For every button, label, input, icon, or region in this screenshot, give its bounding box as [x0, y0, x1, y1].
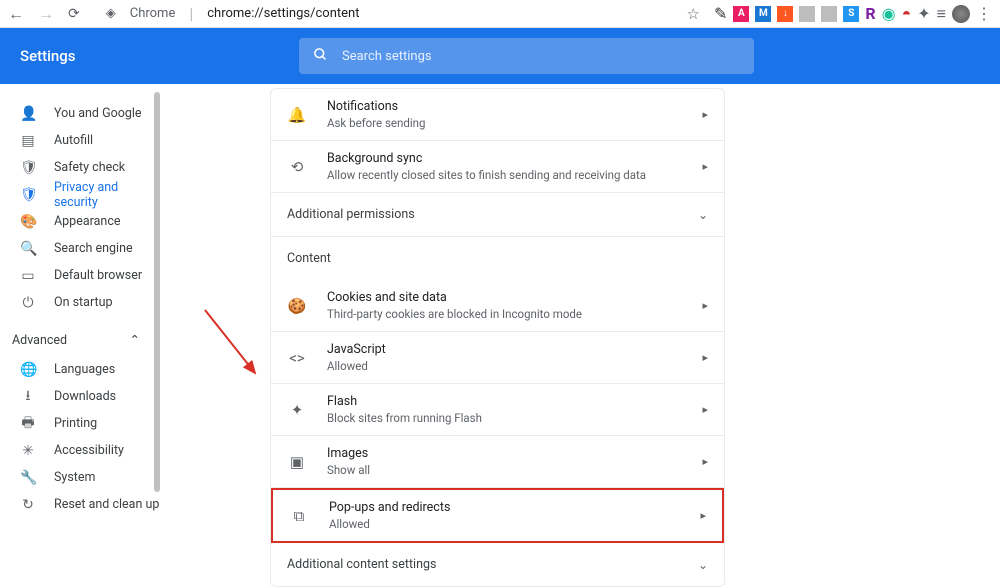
wrench-icon: 🔧 [20, 470, 36, 486]
reading-list-icon[interactable]: ≡ [937, 4, 946, 24]
code-icon: <> [287, 349, 307, 367]
ext-s-icon[interactable]: S [843, 6, 859, 22]
globe-icon: 🌐 [20, 362, 36, 378]
extensions-puzzle-icon[interactable]: ✦ [917, 4, 930, 23]
sync-icon: ⟲ [287, 158, 307, 176]
sidebar-item-on-startup[interactable]: ⏻On startup [0, 289, 160, 316]
reload-button[interactable]: ⟳ [68, 6, 80, 22]
settings-header: Settings [0, 28, 1000, 84]
sidebar-item-autofill[interactable]: ▤Autofill [0, 127, 160, 154]
chevron-right-icon: ▸ [702, 403, 708, 416]
search-icon: 🔍 [20, 241, 36, 257]
settings-main-panel: 🔔 NotificationsAsk before sending ▸ ⟲ Ba… [160, 84, 1000, 511]
ext-grey1-icon[interactable] [799, 6, 815, 22]
row-additional-permissions[interactable]: Additional permissions ⌄ [271, 193, 724, 237]
accessibility-icon: ✳ [20, 443, 36, 459]
ext-grammarly-icon[interactable]: ◉ [882, 4, 896, 23]
download-icon: ⭳ [20, 385, 36, 409]
url-prefix: Chrome [130, 6, 176, 21]
row-images[interactable]: ▣ ImagesShow all ▸ [271, 436, 724, 488]
row-flash[interactable]: ✦ FlashBlock sites from running Flash ▸ [271, 384, 724, 436]
search-icon [313, 47, 328, 66]
person-icon: 👤 [20, 106, 36, 122]
chevron-down-icon: ⌄ [698, 558, 708, 572]
pen-icon[interactable]: ✎ [714, 4, 727, 23]
url-bar[interactable]: chrome://settings/content [207, 6, 359, 21]
site-info-icon[interactable]: ◈ [106, 6, 116, 21]
forward-button[interactable]: → [38, 4, 54, 24]
chevron-right-icon: ▸ [702, 351, 708, 364]
chevron-down-icon: ⌄ [698, 208, 708, 222]
shield-blue-icon: 🛡 [20, 187, 36, 203]
ext-down-icon[interactable]: ↓ [777, 6, 793, 22]
row-notifications[interactable]: 🔔 NotificationsAsk before sending ▸ [271, 89, 724, 141]
palette-icon: 🎨 [20, 214, 36, 230]
content-header: Content [271, 237, 724, 280]
browser-toolbar: ← → ⟳ ◈ Chrome | chrome://settings/conte… [0, 0, 1000, 28]
autofill-icon: ▤ [20, 133, 36, 149]
back-button[interactable]: ← [8, 4, 24, 24]
power-icon: ⏻ [20, 295, 36, 311]
sidebar-item-appearance[interactable]: 🎨Appearance [0, 208, 160, 235]
row-javascript[interactable]: <> JavaScriptAllowed ▸ [271, 332, 724, 384]
puzzle-icon: ✦ [287, 401, 307, 419]
shield-icon: 🛡 [20, 160, 36, 176]
ext-red-icon[interactable]: ◓ [902, 4, 912, 24]
bookmark-star-icon[interactable]: ☆ [687, 5, 700, 23]
sidebar-item-printing[interactable]: 🖶Printing [0, 410, 160, 437]
settings-title: Settings [20, 47, 76, 65]
sidebar-item-you-and-google[interactable]: 👤You and Google [0, 100, 160, 127]
popup-icon: ⧉ [289, 507, 309, 525]
sidebar-item-reset[interactable]: ↻Reset and clean up [0, 491, 160, 511]
sidebar-item-system[interactable]: 🔧System [0, 464, 160, 491]
extension-icons: ✎ A M ↓ S R ◉ ◓ ✦ ≡ ⋮ [714, 4, 992, 24]
settings-sidebar: 👤You and Google ▤Autofill 🛡Safety check … [0, 84, 160, 511]
chevron-right-icon: ▸ [702, 160, 708, 173]
ext-m-icon[interactable]: M [755, 6, 771, 22]
sidebar-item-downloads[interactable]: ⭳Downloads [0, 383, 160, 410]
sidebar-item-safety-check[interactable]: 🛡Safety check [0, 154, 160, 181]
sidebar-advanced-toggle[interactable]: Advanced⌃ [0, 324, 160, 356]
ext-a-icon[interactable]: A [733, 6, 749, 22]
browser-icon: ▭ [20, 268, 36, 284]
row-cookies[interactable]: 🍪 Cookies and site dataThird-party cooki… [271, 280, 724, 332]
sidebar-item-accessibility[interactable]: ✳Accessibility [0, 437, 160, 464]
search-input[interactable] [342, 49, 740, 64]
chevron-right-icon: ▸ [702, 108, 708, 121]
image-icon: ▣ [287, 453, 307, 471]
sidebar-item-default-browser[interactable]: ▭Default browser [0, 262, 160, 289]
printer-icon: 🖶 [20, 412, 36, 436]
reset-icon: ↻ [20, 497, 36, 512]
search-box[interactable] [299, 38, 754, 74]
cookie-icon: 🍪 [287, 297, 307, 315]
sidebar-item-languages[interactable]: 🌐Languages [0, 356, 160, 383]
sidebar-scrollbar[interactable] [154, 92, 160, 492]
row-background-sync[interactable]: ⟲ Background syncAllow recently closed s… [271, 141, 724, 193]
sidebar-item-search-engine[interactable]: 🔍Search engine [0, 235, 160, 262]
ext-grey2-icon[interactable] [821, 6, 837, 22]
chevron-up-icon: ⌃ [130, 332, 140, 348]
chevron-right-icon: ▸ [702, 455, 708, 468]
bell-icon: 🔔 [287, 106, 307, 124]
row-popups-redirects[interactable]: ⧉ Pop-ups and redirectsAllowed ▸ [271, 488, 724, 543]
profile-avatar[interactable] [952, 5, 970, 23]
sidebar-item-privacy-security[interactable]: 🛡Privacy and security [0, 181, 160, 208]
chrome-menu-icon[interactable]: ⋮ [976, 4, 992, 23]
row-additional-content[interactable]: Additional content settings ⌄ [271, 543, 724, 586]
ext-r-icon[interactable]: R [865, 4, 875, 23]
chevron-right-icon: ▸ [702, 299, 708, 312]
